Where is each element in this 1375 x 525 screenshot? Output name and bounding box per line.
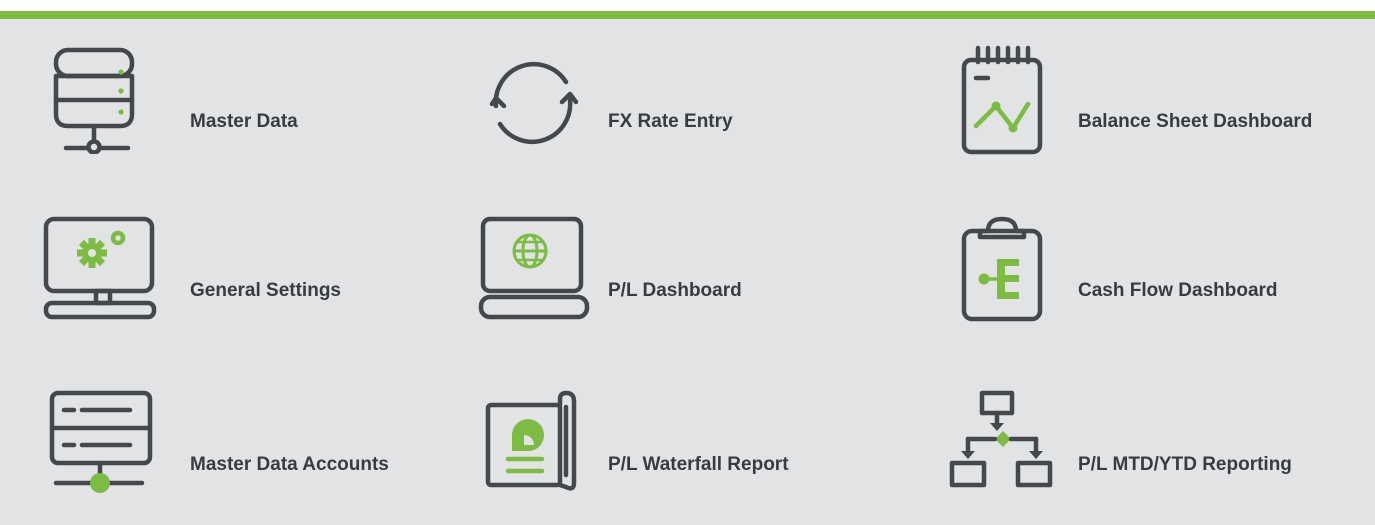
monitor-gear-icon <box>43 216 157 320</box>
tile-master-data[interactable]: Master Data <box>50 44 480 174</box>
tile-label: P/L Waterfall Report <box>608 454 789 475</box>
tile-pl-mtd-ytd-reporting[interactable]: P/L MTD/YTD Reporting <box>946 387 1375 517</box>
tile-pl-dashboard[interactable]: P/L Dashboard <box>478 213 908 343</box>
tile-label: General Settings <box>190 280 341 301</box>
accent-bar <box>0 11 1375 19</box>
tile-balance-sheet-dashboard[interactable]: Balance Sheet Dashboard <box>960 44 1375 174</box>
notepad-chart-icon <box>961 45 1043 155</box>
tile-fx-rate-entry[interactable]: FX Rate Entry <box>488 44 918 174</box>
tile-label: P/L MTD/YTD Reporting <box>1078 454 1292 475</box>
app-root: Master Data FX Rate Entry Balance Sheet … <box>0 0 1375 525</box>
tile-label: Balance Sheet Dashboard <box>1078 111 1313 132</box>
tile-label: P/L Dashboard <box>608 280 742 301</box>
report-scroll-icon <box>485 390 577 491</box>
tile-master-data-accounts[interactable]: Master Data Accounts <box>48 387 478 517</box>
tile-label: Cash Flow Dashboard <box>1078 280 1278 301</box>
tile-cash-flow-dashboard[interactable]: Cash Flow Dashboard <box>960 213 1375 343</box>
tile-pl-waterfall-report[interactable]: P/L Waterfall Report <box>484 387 914 517</box>
tile-label: Master Data Accounts <box>190 454 389 475</box>
refresh-arrows-icon <box>489 62 579 144</box>
globe-icon <box>512 233 548 269</box>
laptop-globe-icon <box>478 216 590 320</box>
tile-label: Master Data <box>190 111 298 132</box>
tile-general-settings[interactable]: General Settings <box>42 213 472 343</box>
tile-label: FX Rate Entry <box>608 111 733 132</box>
clipboard-hierarchy-icon <box>961 216 1043 322</box>
navigation-panel: Master Data FX Rate Entry Balance Sheet … <box>0 19 1375 525</box>
flowchart-icon <box>949 390 1053 488</box>
server-network-icon <box>49 390 153 493</box>
database-server-icon <box>53 47 135 154</box>
